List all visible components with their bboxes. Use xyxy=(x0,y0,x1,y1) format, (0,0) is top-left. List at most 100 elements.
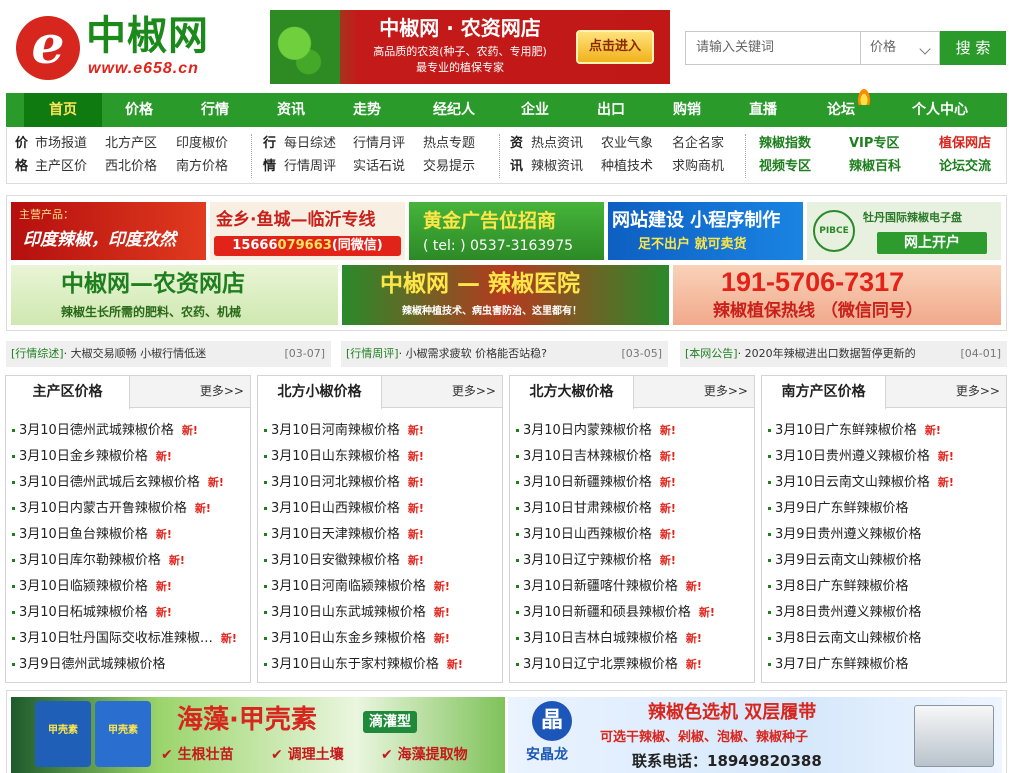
price-link[interactable]: 3月10日山东金乡辣椒价格 xyxy=(271,631,426,646)
subnav-link[interactable]: 市场报道 xyxy=(35,132,87,155)
list-item[interactable]: 3月10日临颍辣椒价格 新! xyxy=(12,574,237,600)
nav-price[interactable]: 价格 xyxy=(106,93,172,127)
subnav-link-shop[interactable]: 植保网店 xyxy=(939,132,991,155)
price-link[interactable]: 3月10日辽宁北票辣椒价格 xyxy=(523,657,678,672)
ad-website[interactable]: 网站建设 小程序制作 足不出户 就可卖货 xyxy=(608,202,803,260)
price-link[interactable]: 3月10日山东辣椒价格 xyxy=(271,449,400,464)
banner-enter-button[interactable]: 点击进入 xyxy=(576,30,654,64)
search-type-select[interactable]: 价格 xyxy=(860,31,940,65)
list-item[interactable]: 3月10日吉林白城辣椒价格 新! xyxy=(516,626,715,652)
subnav-link[interactable]: 辣椒资讯 xyxy=(531,155,583,178)
list-item[interactable]: 3月10日云南文山辣椒价格 新! xyxy=(768,470,954,496)
price-link[interactable]: 3月8日云南文山辣椒价格 xyxy=(775,631,922,646)
list-item[interactable]: 3月10日新疆辣椒价格 新! xyxy=(516,470,715,496)
list-item[interactable]: 3月9日广东鲜辣椒价格 xyxy=(768,496,954,522)
news-item-2[interactable]: [行情周评]· 小椒需求疲软 价格能否站稳? [03-05] xyxy=(341,341,668,367)
subnav-link[interactable]: 名企名家 xyxy=(672,132,724,155)
price-link[interactable]: 3月10日山东武城辣椒价格 xyxy=(271,605,426,620)
list-item[interactable]: 3月10日辽宁辣椒价格 新! xyxy=(516,548,715,574)
subnav-link-video[interactable]: 视频专区 xyxy=(759,155,811,178)
more-link[interactable]: 更多>> xyxy=(452,376,496,406)
subnav-link[interactable]: 实话石说 xyxy=(353,155,405,178)
list-item[interactable]: 3月9日贵州遵义辣椒价格 xyxy=(768,522,954,548)
price-link[interactable]: 3月10日新疆辣椒价格 xyxy=(523,475,652,490)
nav-user-center[interactable]: 个人中心 xyxy=(890,93,990,127)
list-item[interactable]: 3月10日山西辣椒价格 新! xyxy=(516,522,715,548)
list-item[interactable]: 3月10日新疆和硕县辣椒价格 新! xyxy=(516,600,715,626)
subnav-link[interactable]: 行情周评 xyxy=(284,155,336,178)
ad-sorter[interactable]: 晶 安晶龙 辣椒色选机 双层履带 可选干辣椒、剁椒、泡椒、辣椒种子 联系电话：1… xyxy=(508,697,1002,773)
ad-hotline[interactable]: 191-5706-7317 辣椒植保热线 （微信同号） xyxy=(673,265,1001,325)
price-link[interactable]: 3月9日贵州遵义辣椒价格 xyxy=(775,527,922,542)
price-link[interactable]: 3月10日贵州遵义辣椒价格 xyxy=(775,449,930,464)
nav-broker[interactable]: 经纪人 xyxy=(416,93,492,127)
ad-hospital[interactable]: 中椒网 — 辣椒医院 辣椒种植技术、病虫害防治、这里都有！ xyxy=(342,265,669,325)
price-link[interactable]: 3月10日新疆喀什辣椒价格 xyxy=(523,579,678,594)
shop-banner[interactable]: 中椒网 · 农资网店 高品质的农资(种子、农药、专用肥) 最专业的植保专家 点击… xyxy=(270,10,670,84)
list-item[interactable]: 3月10日山东武城辣椒价格 新! xyxy=(264,600,463,626)
ad-logistics[interactable]: 金乡·鱼城—临沂专线 15666079663(同微信) xyxy=(210,202,405,260)
subnav-link[interactable]: 交易提示 xyxy=(423,155,475,178)
price-link[interactable]: 3月10日德州武城后玄辣椒价格 xyxy=(19,475,200,490)
ad-recruit[interactable]: 黄金广告位招商 ( tel: ) 0537-3163975 xyxy=(409,202,604,260)
price-link[interactable]: 3月10日河南临颍辣椒价格 xyxy=(271,579,426,594)
list-item[interactable]: 3月10日德州武城后玄辣椒价格 新! xyxy=(12,470,237,496)
price-link[interactable]: 3月10日内蒙辣椒价格 xyxy=(523,423,652,438)
price-link[interactable]: 3月10日天津辣椒价格 xyxy=(271,527,400,542)
price-link[interactable]: 3月10日山西辣椒价格 xyxy=(523,527,652,542)
subnav-link-wiki[interactable]: 辣椒百科 xyxy=(849,155,901,178)
price-link[interactable]: 3月10日甘肃辣椒价格 xyxy=(523,501,652,516)
price-link[interactable]: 3月10日河北辣椒价格 xyxy=(271,475,400,490)
price-link[interactable]: 3月10日云南文山辣椒价格 xyxy=(775,475,930,490)
price-link[interactable]: 3月10日新疆和硕县辣椒价格 xyxy=(523,605,691,620)
subnav-link[interactable]: 农业气象 xyxy=(601,132,653,155)
subnav-link[interactable]: 求购商机 xyxy=(672,155,724,178)
subnav-link[interactable]: 热点专题 xyxy=(423,132,475,155)
list-item[interactable]: 3月10日牡丹国际交收标准辣椒… 新! xyxy=(12,626,237,652)
list-item[interactable]: 3月10日天津辣椒价格 新! xyxy=(264,522,463,548)
list-item[interactable]: 3月10日鱼台辣椒价格 新! xyxy=(12,522,237,548)
price-link[interactable]: 3月10日内蒙古开鲁辣椒价格 xyxy=(19,501,187,516)
nav-market[interactable]: 行情 xyxy=(182,93,248,127)
ad-exchange[interactable]: PIBCE 牡丹国际辣椒电子盘 网上开户 xyxy=(807,202,1001,260)
list-item[interactable]: 3月10日内蒙古开鲁辣椒价格 新! xyxy=(12,496,237,522)
more-link[interactable]: 更多>> xyxy=(200,376,244,406)
nav-trade[interactable]: 购销 xyxy=(654,93,720,127)
subnav-link-forum[interactable]: 论坛交流 xyxy=(939,155,991,178)
price-box-title[interactable]: 北方大椒价格 xyxy=(510,376,634,409)
list-item[interactable]: 3月10日河北辣椒价格 新! xyxy=(264,470,463,496)
nav-home[interactable]: 首页 xyxy=(24,93,102,127)
subnav-link[interactable]: 印度椒价 xyxy=(176,132,228,155)
subnav-link[interactable]: 每日综述 xyxy=(284,132,336,155)
list-item[interactable]: 3月10日甘肃辣椒价格 新! xyxy=(516,496,715,522)
nav-news[interactable]: 资讯 xyxy=(258,93,324,127)
list-item[interactable]: 3月10日安徽辣椒价格 新! xyxy=(264,548,463,574)
price-link[interactable]: 3月7日广东鲜辣椒价格 xyxy=(775,657,909,672)
list-item[interactable]: 3月8日贵州遵义辣椒价格 xyxy=(768,600,954,626)
more-link[interactable]: 更多>> xyxy=(704,376,748,406)
ad-seaweed[interactable]: 甲壳素 甲壳素 海藻·甲壳素 滴灌型 ✔ 生根壮苗 ✔ 调理土壤 ✔ 海藻提取物 xyxy=(11,697,505,773)
search-input[interactable]: 请输入关键词 xyxy=(685,31,861,65)
price-link[interactable]: 3月10日广东鲜辣椒价格 xyxy=(775,423,917,438)
price-link[interactable]: 3月10日山西辣椒价格 xyxy=(271,501,400,516)
list-item[interactable]: 3月7日广东鲜辣椒价格 xyxy=(768,652,954,678)
list-item[interactable]: 3月10日吉林辣椒价格 新! xyxy=(516,444,715,470)
price-link[interactable]: 3月10日临颍辣椒价格 xyxy=(19,579,148,594)
list-item[interactable]: 3月9日云南文山辣椒价格 xyxy=(768,548,954,574)
list-item[interactable]: 3月10日辽宁北票辣椒价格 新! xyxy=(516,652,715,678)
subnav-link-index[interactable]: 辣椒指数 xyxy=(759,132,811,155)
search-button[interactable]: 搜 索 xyxy=(940,31,1006,65)
price-link[interactable]: 3月8日贵州遵义辣椒价格 xyxy=(775,605,922,620)
list-item[interactable]: 3月10日河南临颍辣椒价格 新! xyxy=(264,574,463,600)
ad-shop[interactable]: 中椒网—农资网店 辣椒生长所需的肥料、农药、机械 xyxy=(11,265,338,325)
price-box-title[interactable]: 南方产区价格 xyxy=(762,376,886,409)
nav-company[interactable]: 企业 xyxy=(502,93,568,127)
list-item[interactable]: 3月8日广东鲜辣椒价格 xyxy=(768,574,954,600)
price-link[interactable]: 3月9日德州武城辣椒价格 xyxy=(19,657,166,672)
nav-live[interactable]: 直播 xyxy=(730,93,796,127)
list-item[interactable]: 3月10日山东金乡辣椒价格 新! xyxy=(264,626,463,652)
subnav-link[interactable]: 热点资讯 xyxy=(531,132,583,155)
price-link[interactable]: 3月10日柘城辣椒价格 xyxy=(19,605,148,620)
list-item[interactable]: 3月8日云南文山辣椒价格 xyxy=(768,626,954,652)
site-logo[interactable]: e 中椒网 www.e658.cn xyxy=(16,12,246,82)
